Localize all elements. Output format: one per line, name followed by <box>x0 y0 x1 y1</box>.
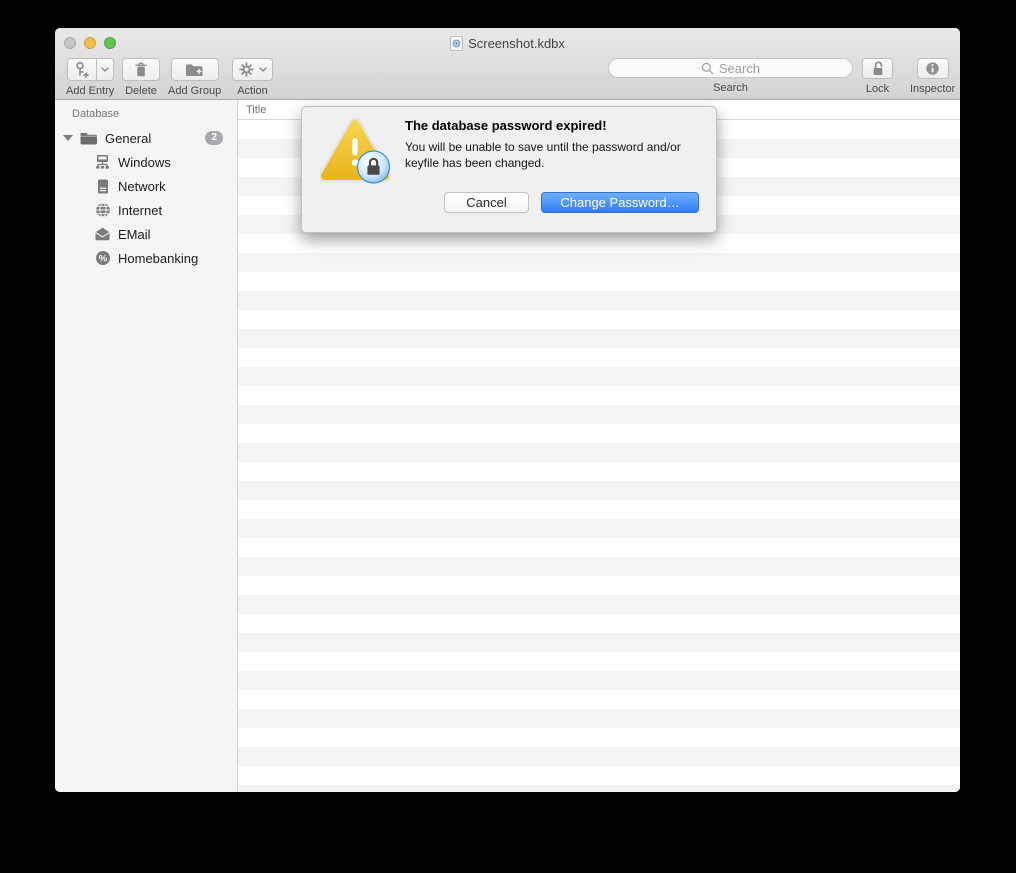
table-row <box>238 671 960 690</box>
sidebar-item-network[interactable]: Network <box>55 174 237 198</box>
warning-lock-icon <box>320 117 392 184</box>
sidebar: Database General 2 Windows Network Interne… <box>55 100 238 792</box>
table-row <box>238 348 960 367</box>
table-row <box>238 785 960 792</box>
delete-label: Delete <box>125 85 157 97</box>
table-row <box>238 709 960 728</box>
table-row <box>238 386 960 405</box>
sidebar-item-label: EMail <box>118 226 151 242</box>
dialog-title: The database password expired! <box>405 118 607 133</box>
sidebar-item-internet[interactable]: Internet <box>55 198 237 222</box>
sidebar-item-label: Internet <box>118 202 163 218</box>
table-row <box>238 557 960 576</box>
table-row <box>238 367 960 386</box>
search-label: Search <box>713 82 748 94</box>
table-row <box>238 424 960 443</box>
table-row <box>238 405 960 424</box>
svg-text:%: % <box>98 253 107 264</box>
inspector-label: Inspector <box>910 83 956 95</box>
gear-icon <box>238 62 254 77</box>
document-proxy-icon <box>450 36 464 51</box>
sidebar-item-label: Network <box>118 178 166 194</box>
folder-icon <box>80 132 97 144</box>
table-row <box>238 576 960 595</box>
key-plus-icon <box>76 61 89 78</box>
add-group-tool: Add Group <box>168 58 221 97</box>
sidebar-item-windows[interactable]: Windows <box>55 150 237 174</box>
chevron-down-icon <box>100 67 109 72</box>
table-row <box>238 519 960 538</box>
window-title: Screenshot.kdbx <box>468 36 565 51</box>
percent-icon: % <box>94 250 111 266</box>
chevron-down-icon <box>258 67 267 72</box>
trash-icon <box>135 62 147 77</box>
macpass-window: Screenshot.kdbx Add Entry Delete Add Gro… <box>55 28 960 792</box>
lock-tool: Lock <box>862 58 893 95</box>
table-row <box>238 500 960 519</box>
add-entry-dropdown-button[interactable] <box>96 58 114 81</box>
window-title-bar: Screenshot.kdbx <box>55 36 960 51</box>
table-row <box>238 614 960 633</box>
add-group-button[interactable] <box>170 58 219 81</box>
add-entry-label: Add Entry <box>66 85 115 97</box>
change-password-button[interactable]: Change Password… <box>541 192 699 213</box>
password-expired-dialog: The database password expired! You will … <box>301 106 717 233</box>
table-row <box>238 462 960 481</box>
column-header-title[interactable]: Title <box>246 104 266 116</box>
table-row <box>238 253 960 272</box>
table-row <box>238 234 960 253</box>
info-icon <box>926 62 939 75</box>
sidebar-items: Windows Network Internet EMail% Homebanking <box>55 150 237 270</box>
cancel-button[interactable]: Cancel <box>444 192 529 213</box>
delete-button[interactable] <box>122 58 160 81</box>
windows-network-icon <box>94 154 111 170</box>
search-tool: Search Search <box>608 58 853 94</box>
action-tool: Action <box>232 58 273 97</box>
title-toolbar: Screenshot.kdbx Add Entry Delete Add Gro… <box>55 28 960 100</box>
sidebar-item-label: General <box>105 130 152 146</box>
table-row <box>238 728 960 747</box>
dialog-message: You will be unable to save until the pas… <box>405 140 681 170</box>
envelope-icon <box>94 227 111 241</box>
disclosure-triangle-icon[interactable] <box>63 135 73 141</box>
sidebar-item-email[interactable]: EMail <box>55 222 237 246</box>
add-entry-button[interactable] <box>66 58 97 81</box>
table-row <box>238 310 960 329</box>
table-row <box>238 272 960 291</box>
table-row <box>238 291 960 310</box>
table-row <box>238 595 960 614</box>
folder-plus-icon <box>186 64 203 76</box>
table-row <box>238 329 960 348</box>
lock-label: Lock <box>865 83 890 95</box>
table-row <box>238 443 960 462</box>
search-input[interactable]: Search <box>608 58 853 78</box>
lock-button[interactable] <box>862 58 893 79</box>
sidebar-item-general[interactable]: General 2 <box>55 127 237 149</box>
table-row <box>238 481 960 500</box>
sidebar-section-header: Database <box>72 108 120 120</box>
table-row <box>238 538 960 557</box>
entry-count-badge: 2 <box>205 131 223 145</box>
inspector-tool: Inspector <box>910 58 955 95</box>
add-entry-tool: Add Entry <box>66 58 114 97</box>
sidebar-item-homebanking[interactable]: % Homebanking <box>55 246 237 270</box>
delete-tool: Delete <box>122 58 160 97</box>
table-row <box>238 747 960 766</box>
desktop: Screenshot.kdbx Add Entry Delete Add Gro… <box>0 0 1016 873</box>
add-group-label: Add Group <box>168 85 222 97</box>
search-icon <box>701 62 714 74</box>
table-row <box>238 690 960 709</box>
action-button[interactable] <box>232 58 273 81</box>
search-placeholder: Search <box>718 60 761 76</box>
table-row <box>238 633 960 652</box>
inspector-button[interactable] <box>916 58 949 79</box>
table-row <box>238 766 960 785</box>
globe-icon <box>94 202 111 218</box>
lock-open-icon <box>873 61 882 75</box>
sidebar-item-label: Windows <box>118 154 171 170</box>
server-icon <box>94 179 111 194</box>
sidebar-item-label: Homebanking <box>118 250 199 266</box>
action-label: Action <box>237 85 268 97</box>
table-row <box>238 652 960 671</box>
